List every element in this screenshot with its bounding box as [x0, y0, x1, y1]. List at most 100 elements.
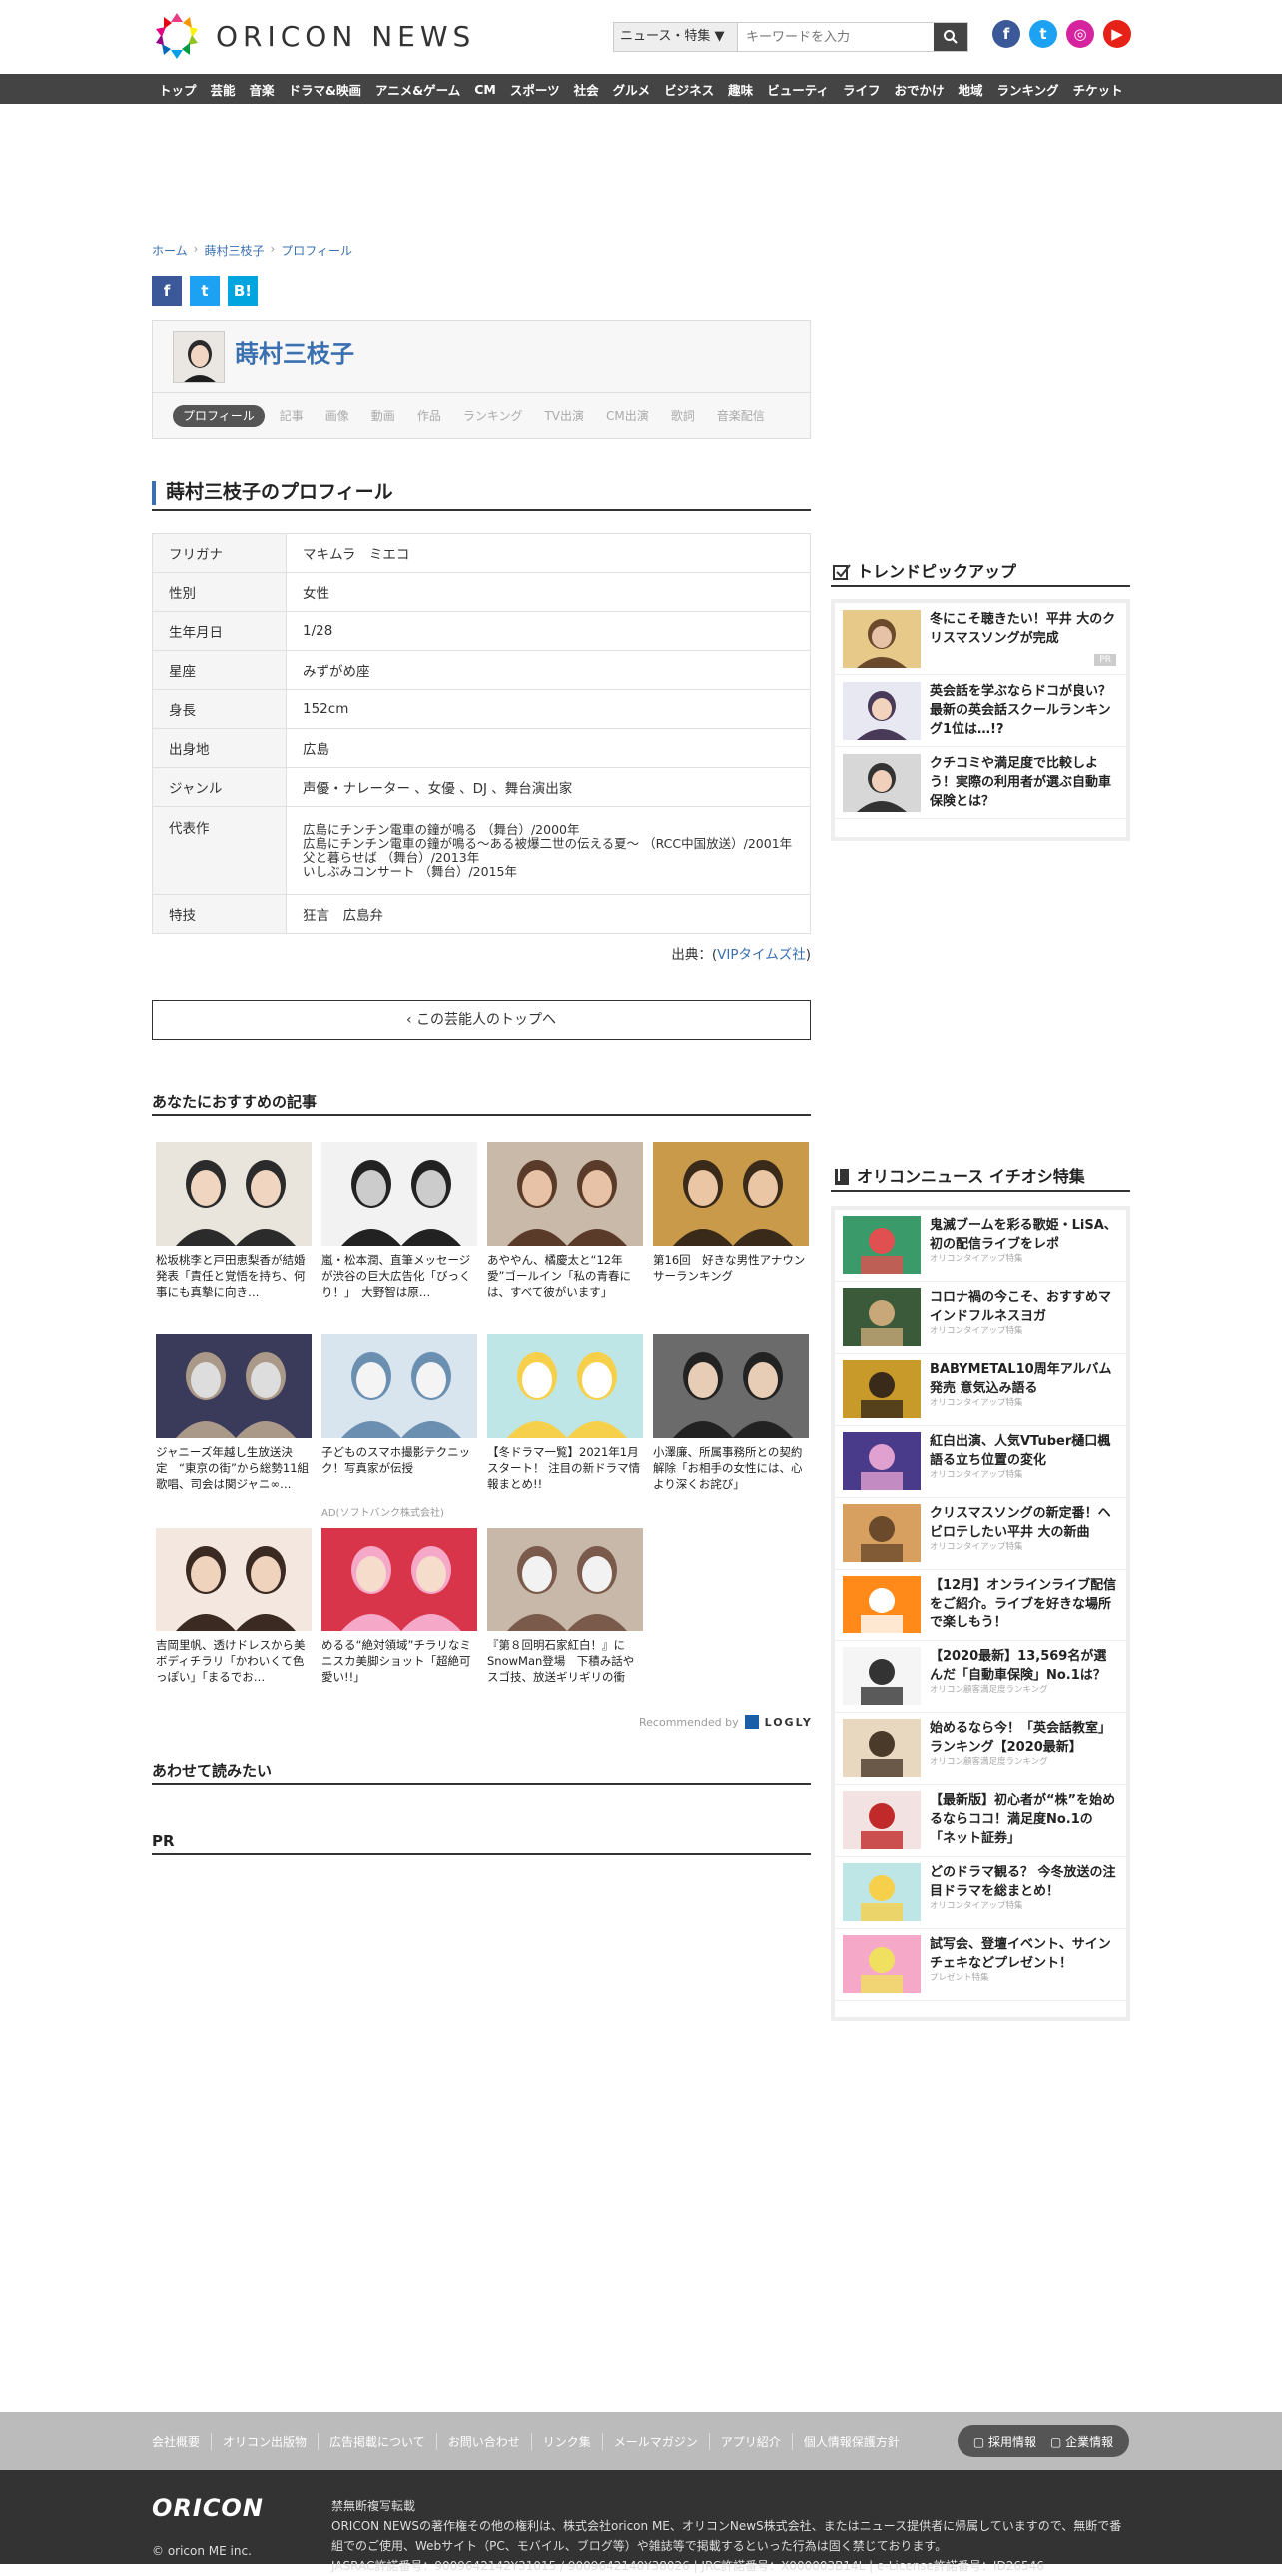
gnav-item[interactable]: 芸能: [204, 80, 243, 99]
gnav-item[interactable]: ビューティ: [760, 80, 836, 99]
facebook-icon[interactable]: f: [992, 20, 1020, 48]
pickup-item[interactable]: 【12月】オンラインライブ配信をご紹介。ライブを好きな場所で楽しもう！: [835, 1570, 1126, 1641]
trend-thumbnail[interactable]: [843, 610, 921, 668]
tab-profile-6[interactable]: TV出演: [533, 407, 595, 424]
pickup-item[interactable]: クリスマスソングの新定番！ヘビロテしたい平井 大の新曲 オリコンタイアップ特集: [835, 1498, 1126, 1570]
pickup-title[interactable]: 始めるなら今！「英会話教室」ランキング【2020最新】 オリコン顧客満足度ランキン…: [930, 1719, 1118, 1778]
recommend-card[interactable]: 第16回 好きな男性アナウンサーランキング: [653, 1142, 809, 1300]
footer-link[interactable]: 広告掲載について: [318, 2432, 436, 2450]
pickup-title[interactable]: コロナ禍の今こそ、おすすめマインドフルネスヨガ オリコンタイアップ特集: [930, 1288, 1118, 1347]
pickup-thumbnail[interactable]: [843, 1288, 921, 1346]
trend-item[interactable]: 冬にこそ聴きたい！平井 大のクリスマスソングが完成 PR: [835, 603, 1126, 675]
pickup-item[interactable]: BABYMETAL10周年アルバム発売 意気込み語る オリコンタイアップ特集: [835, 1354, 1126, 1426]
gnav-item[interactable]: グルメ: [606, 80, 658, 99]
pickup-item[interactable]: 鬼滅ブームを彩る歌姫・LiSA、初の配信ライブをレポ オリコンタイアップ特集: [835, 1210, 1126, 1282]
footer-link[interactable]: 会社概要: [152, 2433, 211, 2450]
article-title[interactable]: あややん、橘慶太と“12年愛”ゴールイン「私の青春には、すべて彼がいます」: [487, 1252, 643, 1300]
recruit-link[interactable]: ▢ 採用情報: [973, 2433, 1036, 2450]
pickup-title[interactable]: 紅白出演、人気VTuber樋口楓語る立ち位置の変化 オリコンタイアップ特集: [930, 1432, 1118, 1491]
trend-thumbnail[interactable]: [843, 682, 921, 740]
gnav-item[interactable]: ドラマ&映画: [282, 80, 368, 99]
recommend-card[interactable]: 嵐・松本潤、直筆メッセージが渋谷の巨大広告化「びっくり！」 大野智は原…: [321, 1142, 477, 1300]
tab-profile-8[interactable]: 歌詞: [660, 407, 706, 424]
gnav-item[interactable]: ライフ: [836, 80, 888, 99]
tab-profile-0[interactable]: プロフィール: [173, 404, 265, 427]
footer-link[interactable]: アプリ紹介: [708, 2432, 792, 2450]
footer-link[interactable]: 個人情報保護方針: [791, 2432, 911, 2450]
pickup-item[interactable]: どのドラマ観る？ 今冬放送の注目ドラマを総まとめ！ オリコンタイアップ特集: [835, 1857, 1126, 1929]
pickup-thumbnail[interactable]: [843, 1432, 921, 1490]
pickup-item[interactable]: 始めるなら今！「英会話教室」ランキング【2020最新】 オリコン顧客満足度ランキン…: [835, 1713, 1126, 1785]
recommend-card[interactable]: 【冬ドラマ一覧】2021年1月スタート！ 注目の新ドラマ情報まとめ!!: [487, 1334, 643, 1492]
gnav-item[interactable]: 地域: [951, 80, 989, 99]
pickup-thumbnail[interactable]: [843, 1935, 921, 1993]
article-title[interactable]: 【冬ドラマ一覧】2021年1月スタート！ 注目の新ドラマ情報まとめ!!: [487, 1444, 643, 1492]
pickup-title[interactable]: 【12月】オンラインライブ配信をご紹介。ライブを好きな場所で楽しもう！: [930, 1576, 1118, 1634]
article-title[interactable]: 第16回 好きな男性アナウンサーランキング: [653, 1252, 809, 1300]
gnav-item[interactable]: 社会: [567, 80, 606, 99]
gnav-item[interactable]: CM: [467, 82, 503, 97]
pickup-item[interactable]: 紅白出演、人気VTuber樋口楓語る立ち位置の変化 オリコンタイアップ特集: [835, 1426, 1126, 1498]
source-link[interactable]: VIPタイムズ社: [717, 947, 806, 963]
article-thumbnail[interactable]: [487, 1528, 643, 1631]
site-logo[interactable]: ORICON NEWS: [152, 10, 475, 62]
article-thumbnail[interactable]: [653, 1334, 809, 1438]
pickup-title[interactable]: 【最新版】初心者が“株”を始めるならココ！満足度No.1の「ネット証券」: [930, 1791, 1118, 1850]
recommend-card[interactable]: 松坂桃李と戸田恵梨香が結婚発表「責任と覚悟を持ち、何事にも真摯に向き…: [156, 1142, 312, 1300]
footer-link[interactable]: リンク集: [530, 2432, 602, 2450]
article-title[interactable]: 松坂桃李と戸田恵梨香が結婚発表「責任と覚悟を持ち、何事にも真摯に向き…: [156, 1252, 312, 1300]
article-title[interactable]: 小澤廉、所属事務所との契約解除「お相手の女性には、心より深くお詫び」: [653, 1444, 809, 1492]
gnav-item[interactable]: チケット: [1066, 80, 1130, 99]
trend-title[interactable]: 冬にこそ聴きたい！平井 大のクリスマスソングが完成: [930, 610, 1118, 667]
pickup-thumbnail[interactable]: [843, 1504, 921, 1562]
search-button[interactable]: [934, 23, 967, 51]
tab-profile-5[interactable]: ランキング: [452, 407, 534, 424]
pickup-thumbnail[interactable]: [843, 1360, 921, 1418]
pickup-item[interactable]: 試写会、登壇イベント、サインチェキなどプレゼント！ プレゼント特集: [835, 1929, 1126, 2001]
trend-item[interactable]: クチコミや満足度で比較しよう！実際の利用者が選ぶ自動車保険とは？: [835, 747, 1126, 819]
pickup-title[interactable]: 鬼滅ブームを彩る歌姫・LiSA、初の配信ライブをレポ オリコンタイアップ特集: [930, 1216, 1118, 1275]
pickup-title[interactable]: 【2020最新】13,569名が選んだ「自動車保険」No.1は？ オリコン顧客満足…: [930, 1647, 1118, 1706]
article-thumbnail[interactable]: [653, 1142, 809, 1246]
pickup-thumbnail[interactable]: [843, 1791, 921, 1849]
article-thumbnail[interactable]: [321, 1334, 477, 1438]
pickup-title[interactable]: BABYMETAL10周年アルバム発売 意気込み語る オリコンタイアップ特集: [930, 1360, 1118, 1419]
article-title[interactable]: ジャニーズ年越し生放送決定 “東京の街”から総勢11組歌唱、司会は関ジャニ∞…: [156, 1444, 312, 1492]
trend-title[interactable]: 英会話を学ぶならドコが良い？最新の英会話スクールランキング1位は…!?: [930, 682, 1118, 739]
gnav-item[interactable]: 趣味: [721, 80, 760, 99]
gnav-item[interactable]: スポーツ: [503, 80, 567, 99]
article-thumbnail[interactable]: [487, 1142, 643, 1246]
article-title[interactable]: めるる“絶対領域”チラリなミニスカ美脚ショット「超絶可愛い!!」: [321, 1637, 477, 1685]
tab-profile-9[interactable]: 音楽配信: [706, 407, 776, 424]
article-title[interactable]: 子どものスマホ撮影テクニック！写真家が伝授: [321, 1444, 477, 1492]
footer-link[interactable]: お問い合わせ: [435, 2432, 531, 2450]
pickup-thumbnail[interactable]: [843, 1719, 921, 1777]
breadcrumb-item[interactable]: プロフィール: [281, 242, 352, 259]
recommend-card[interactable]: めるる“絶対領域”チラリなミニスカ美脚ショット「超絶可愛い!!」: [321, 1528, 477, 1685]
recommend-card[interactable]: 子どものスマホ撮影テクニック！写真家が伝授 AD(ソフトバンク株式会社): [321, 1334, 477, 1519]
breadcrumb-item[interactable]: ホーム: [152, 242, 188, 259]
pickup-item[interactable]: 【最新版】初心者が“株”を始めるならココ！満足度No.1の「ネット証券」: [835, 1785, 1126, 1857]
pickup-thumbnail[interactable]: [843, 1576, 921, 1633]
gnav-item[interactable]: 音楽: [243, 80, 282, 99]
recommend-card[interactable]: ジャニーズ年越し生放送決定 “東京の街”から総勢11組歌唱、司会は関ジャニ∞…: [156, 1334, 312, 1492]
gnav-item[interactable]: ランキング: [990, 80, 1066, 99]
instagram-icon[interactable]: ◎: [1066, 20, 1094, 48]
pickup-title[interactable]: 試写会、登壇イベント、サインチェキなどプレゼント！ プレゼント特集: [930, 1935, 1118, 1994]
pickup-thumbnail[interactable]: [843, 1863, 921, 1921]
article-thumbnail[interactable]: [156, 1334, 312, 1438]
recommend-card[interactable]: あややん、橘慶太と“12年愛”ゴールイン「私の青春には、すべて彼がいます」: [487, 1142, 643, 1300]
gnav-item[interactable]: トップ: [152, 80, 204, 99]
pickup-item[interactable]: 【2020最新】13,569名が選んだ「自動車保険」No.1は？ オリコン顧客満足…: [835, 1641, 1126, 1713]
article-thumbnail[interactable]: [156, 1142, 312, 1246]
tab-profile-1[interactable]: 記事: [269, 407, 315, 424]
twitter-icon[interactable]: t: [1029, 20, 1057, 48]
tab-profile-2[interactable]: 画像: [315, 407, 360, 424]
gnav-item[interactable]: おでかけ: [887, 80, 951, 99]
pickup-title[interactable]: クリスマスソングの新定番！ヘビロテしたい平井 大の新曲 オリコンタイアップ特集: [930, 1504, 1118, 1563]
gnav-item[interactable]: ビジネス: [657, 80, 721, 99]
breadcrumb-item[interactable]: 蒔村三枝子: [204, 242, 264, 259]
youtube-icon[interactable]: ▶: [1103, 20, 1131, 48]
pickup-item[interactable]: コロナ禍の今こそ、おすすめマインドフルネスヨガ オリコンタイアップ特集: [835, 1282, 1126, 1354]
article-title[interactable]: 嵐・松本潤、直筆メッセージが渋谷の巨大広告化「びっくり！」 大野智は原…: [321, 1252, 477, 1300]
